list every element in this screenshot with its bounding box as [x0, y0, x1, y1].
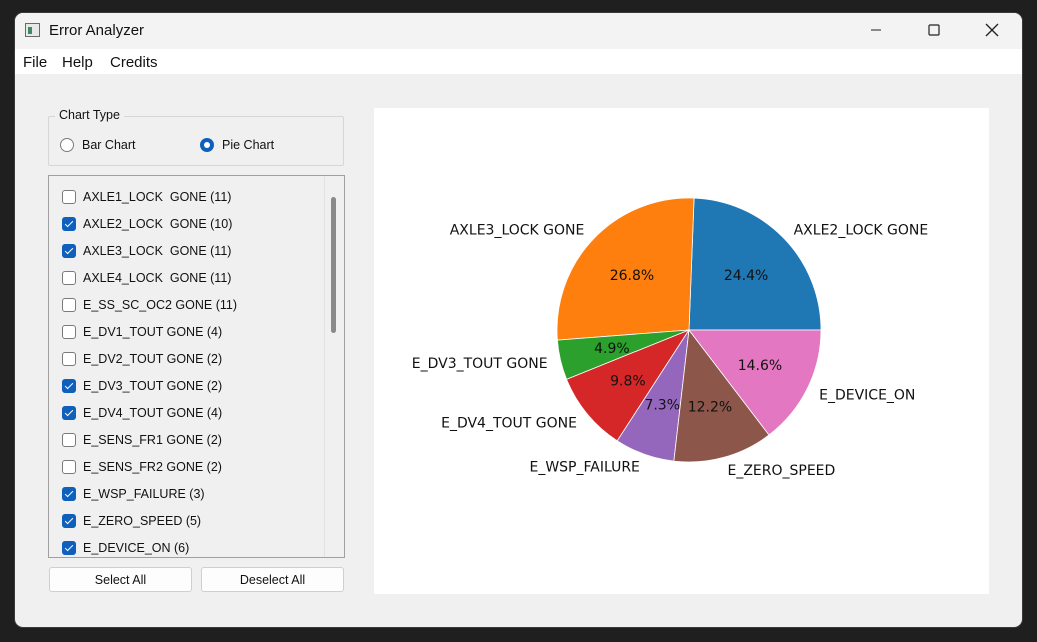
list-item-label: E_SENS_FR1 GONE (2) — [83, 433, 222, 447]
app-window: Error Analyzer File Help Credits Chart T… — [15, 13, 1022, 627]
pie-pct-label: 9.8% — [610, 373, 646, 389]
checkbox[interactable] — [62, 541, 76, 555]
radio-pie-chart[interactable]: Pie Chart — [200, 138, 274, 152]
radio-indicator — [200, 138, 214, 152]
app-icon — [25, 23, 40, 37]
list-item[interactable]: E_DV4_TOUT GONE (4) — [62, 404, 222, 422]
list-item[interactable]: AXLE1_LOCK GONE (11) — [62, 188, 231, 206]
list-item-label: E_ZERO_SPEED (5) — [83, 514, 202, 528]
menu-credits[interactable]: Credits — [110, 54, 158, 71]
scrollbar-thumb[interactable] — [331, 197, 336, 333]
list-item[interactable]: E_ZERO_SPEED (5) — [62, 512, 201, 530]
maximize-icon — [928, 24, 940, 36]
title-bar: Error Analyzer — [15, 13, 1022, 49]
list-item[interactable]: E_SENS_FR1 GONE (2) — [62, 431, 222, 449]
list-item-label: E_DV2_TOUT GONE (2) — [83, 352, 223, 366]
list-item-label: E_WSP_FAILURE (3) — [83, 487, 205, 501]
window-title: Error Analyzer — [49, 22, 145, 39]
list-item[interactable]: E_SS_SC_OC2 GONE (11) — [62, 296, 237, 314]
maximize-button[interactable] — [905, 13, 963, 47]
list-item-label: E_DV3_TOUT GONE (2) — [83, 379, 223, 393]
radio-bar-chart-label: Bar Chart — [82, 138, 136, 152]
pie-slice-label: E_DV4_TOUT GONE — [441, 415, 577, 431]
menu-help[interactable]: Help — [62, 54, 93, 71]
checkbox[interactable] — [62, 271, 76, 285]
list-item-label: E_SENS_FR2 GONE (2) — [83, 460, 222, 474]
close-icon — [985, 23, 999, 37]
list-item[interactable]: E_DV3_TOUT GONE (2) — [62, 377, 222, 395]
checkbox[interactable] — [62, 244, 76, 258]
pie-pct-label: 12.2% — [688, 399, 732, 415]
list-item[interactable]: AXLE3_LOCK GONE (11) — [62, 242, 231, 260]
checkbox[interactable] — [62, 460, 76, 474]
list-item-label: E_DEVICE_ON (6) — [83, 541, 190, 555]
pie-chart: 24.4% AXLE2_LOCK GONE 26.8% AXLE3_LOCK GONE… — [412, 197, 929, 479]
radio-pie-chart-label: Pie Chart — [222, 138, 275, 152]
menu-bar: File Help Credits — [15, 49, 1022, 74]
pie-slice-label: E_WSP_FAILURE — [529, 460, 639, 476]
checkbox[interactable] — [62, 514, 76, 528]
checkbox[interactable] — [62, 379, 76, 393]
list-item[interactable]: AXLE2_LOCK GONE (10) — [62, 215, 232, 233]
select-all-button[interactable]: Select All — [49, 567, 192, 592]
pie-slice-label: E_ZERO_SPEED — [727, 463, 835, 479]
checkbox[interactable] — [62, 190, 76, 204]
pie-slice — [688, 197, 822, 331]
pie-pct-label: 14.6% — [738, 358, 782, 374]
pie-slice-label: E_DEVICE_ON — [819, 387, 915, 403]
list-item-label: AXLE4_LOCK GONE (11) — [83, 271, 232, 285]
error-list[interactable]: AXLE1_LOCK GONE (11) AXLE2_LOCK GONE (10… — [48, 175, 345, 558]
list-item-label: AXLE1_LOCK GONE (11) — [83, 190, 232, 204]
list-item[interactable]: E_SENS_FR2 GONE (2) — [62, 458, 222, 476]
list-item[interactable]: AXLE4_LOCK GONE (11) — [62, 269, 231, 287]
checkbox[interactable] — [62, 325, 76, 339]
checkbox[interactable] — [62, 298, 76, 312]
list-item-label: AXLE3_LOCK GONE (11) — [83, 244, 232, 258]
checkbox[interactable] — [62, 487, 76, 501]
pie-pct-label: 7.3% — [644, 398, 680, 414]
minimize-icon — [871, 29, 881, 31]
checkbox[interactable] — [62, 352, 76, 366]
list-item-label: E_DV1_TOUT GONE (4) — [83, 325, 223, 339]
list-item[interactable]: E_DEVICE_ON (6) — [62, 539, 189, 557]
menu-file[interactable]: File — [23, 54, 47, 71]
radio-bar-chart[interactable]: Bar Chart — [60, 138, 136, 152]
list-item[interactable]: E_DV2_TOUT GONE (2) — [62, 350, 222, 368]
list-item-label: AXLE2_LOCK GONE (10) — [83, 217, 233, 231]
checkbox[interactable] — [62, 217, 76, 231]
list-item-label: E_SS_SC_OC2 GONE (11) — [83, 298, 237, 312]
pie-pct-label: 4.9% — [594, 341, 630, 357]
close-button[interactable] — [963, 13, 1021, 47]
pie-pct-label: 24.4% — [724, 268, 768, 284]
list-item[interactable]: E_WSP_FAILURE (3) — [62, 485, 205, 503]
deselect-all-button[interactable]: Deselect All — [201, 567, 344, 592]
chart-panel: 24.4% AXLE2_LOCK GONE 26.8% AXLE3_LOCK GONE… — [374, 108, 989, 594]
pie-slice-label: AXLE2_LOCK GONE — [794, 222, 929, 238]
chart-type-group-title: Chart Type — [55, 108, 124, 122]
pie-pct-label: 26.8% — [610, 268, 654, 284]
minimize-button[interactable] — [847, 13, 905, 47]
list-item-label: E_DV4_TOUT GONE (4) — [83, 406, 223, 420]
list-item[interactable]: E_DV1_TOUT GONE (4) — [62, 323, 222, 341]
radio-indicator — [60, 138, 74, 152]
pie-slice-label: E_DV3_TOUT GONE — [412, 356, 548, 372]
pie-slice-label: AXLE3_LOCK GONE — [450, 222, 585, 238]
checkbox[interactable] — [62, 433, 76, 447]
checkbox[interactable] — [62, 406, 76, 420]
